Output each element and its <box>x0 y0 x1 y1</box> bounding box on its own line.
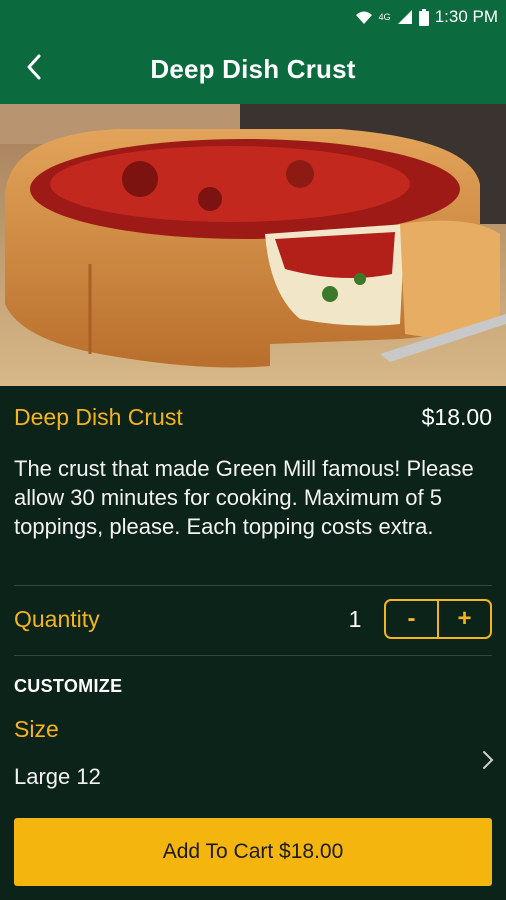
item-description: The crust that made Green Mill famous! P… <box>14 456 474 539</box>
signal-icon <box>397 9 413 25</box>
status-time: 1:30 PM <box>434 7 498 26</box>
quantity-label: Quantity <box>14 606 100 632</box>
increment-button[interactable]: + <box>439 601 490 637</box>
item-name: Deep Dish Crust <box>14 404 183 430</box>
divider <box>14 585 492 586</box>
status-bar: 4G 1:30 PM <box>0 0 506 34</box>
add-to-cart-button[interactable]: Add To Cart $18.00 <box>14 818 492 886</box>
network-type: 4G <box>378 12 391 22</box>
wifi-icon <box>355 9 373 25</box>
divider <box>14 655 492 656</box>
size-label: Size <box>14 716 59 742</box>
quantity-value: 1 <box>348 606 362 632</box>
app-bar: Deep Dish Crust <box>0 34 506 104</box>
item-price: $18.00 <box>421 404 492 430</box>
decrement-button[interactable]: - <box>386 601 437 637</box>
chevron-right-icon <box>482 750 494 775</box>
customize-heading: CUSTOMIZE <box>14 676 123 696</box>
quantity-stepper: - + <box>384 599 492 639</box>
page-title: Deep Dish Crust <box>150 53 356 84</box>
back-button[interactable] <box>12 47 56 91</box>
battery-icon <box>418 8 429 26</box>
size-option-row[interactable]: Size Large 12 <box>0 706 506 806</box>
size-value: Large 12 <box>14 764 101 789</box>
item-photo <box>0 104 506 386</box>
item-header: Deep Dish Crust $18.00 <box>14 404 492 431</box>
chevron-left-icon <box>26 54 42 85</box>
